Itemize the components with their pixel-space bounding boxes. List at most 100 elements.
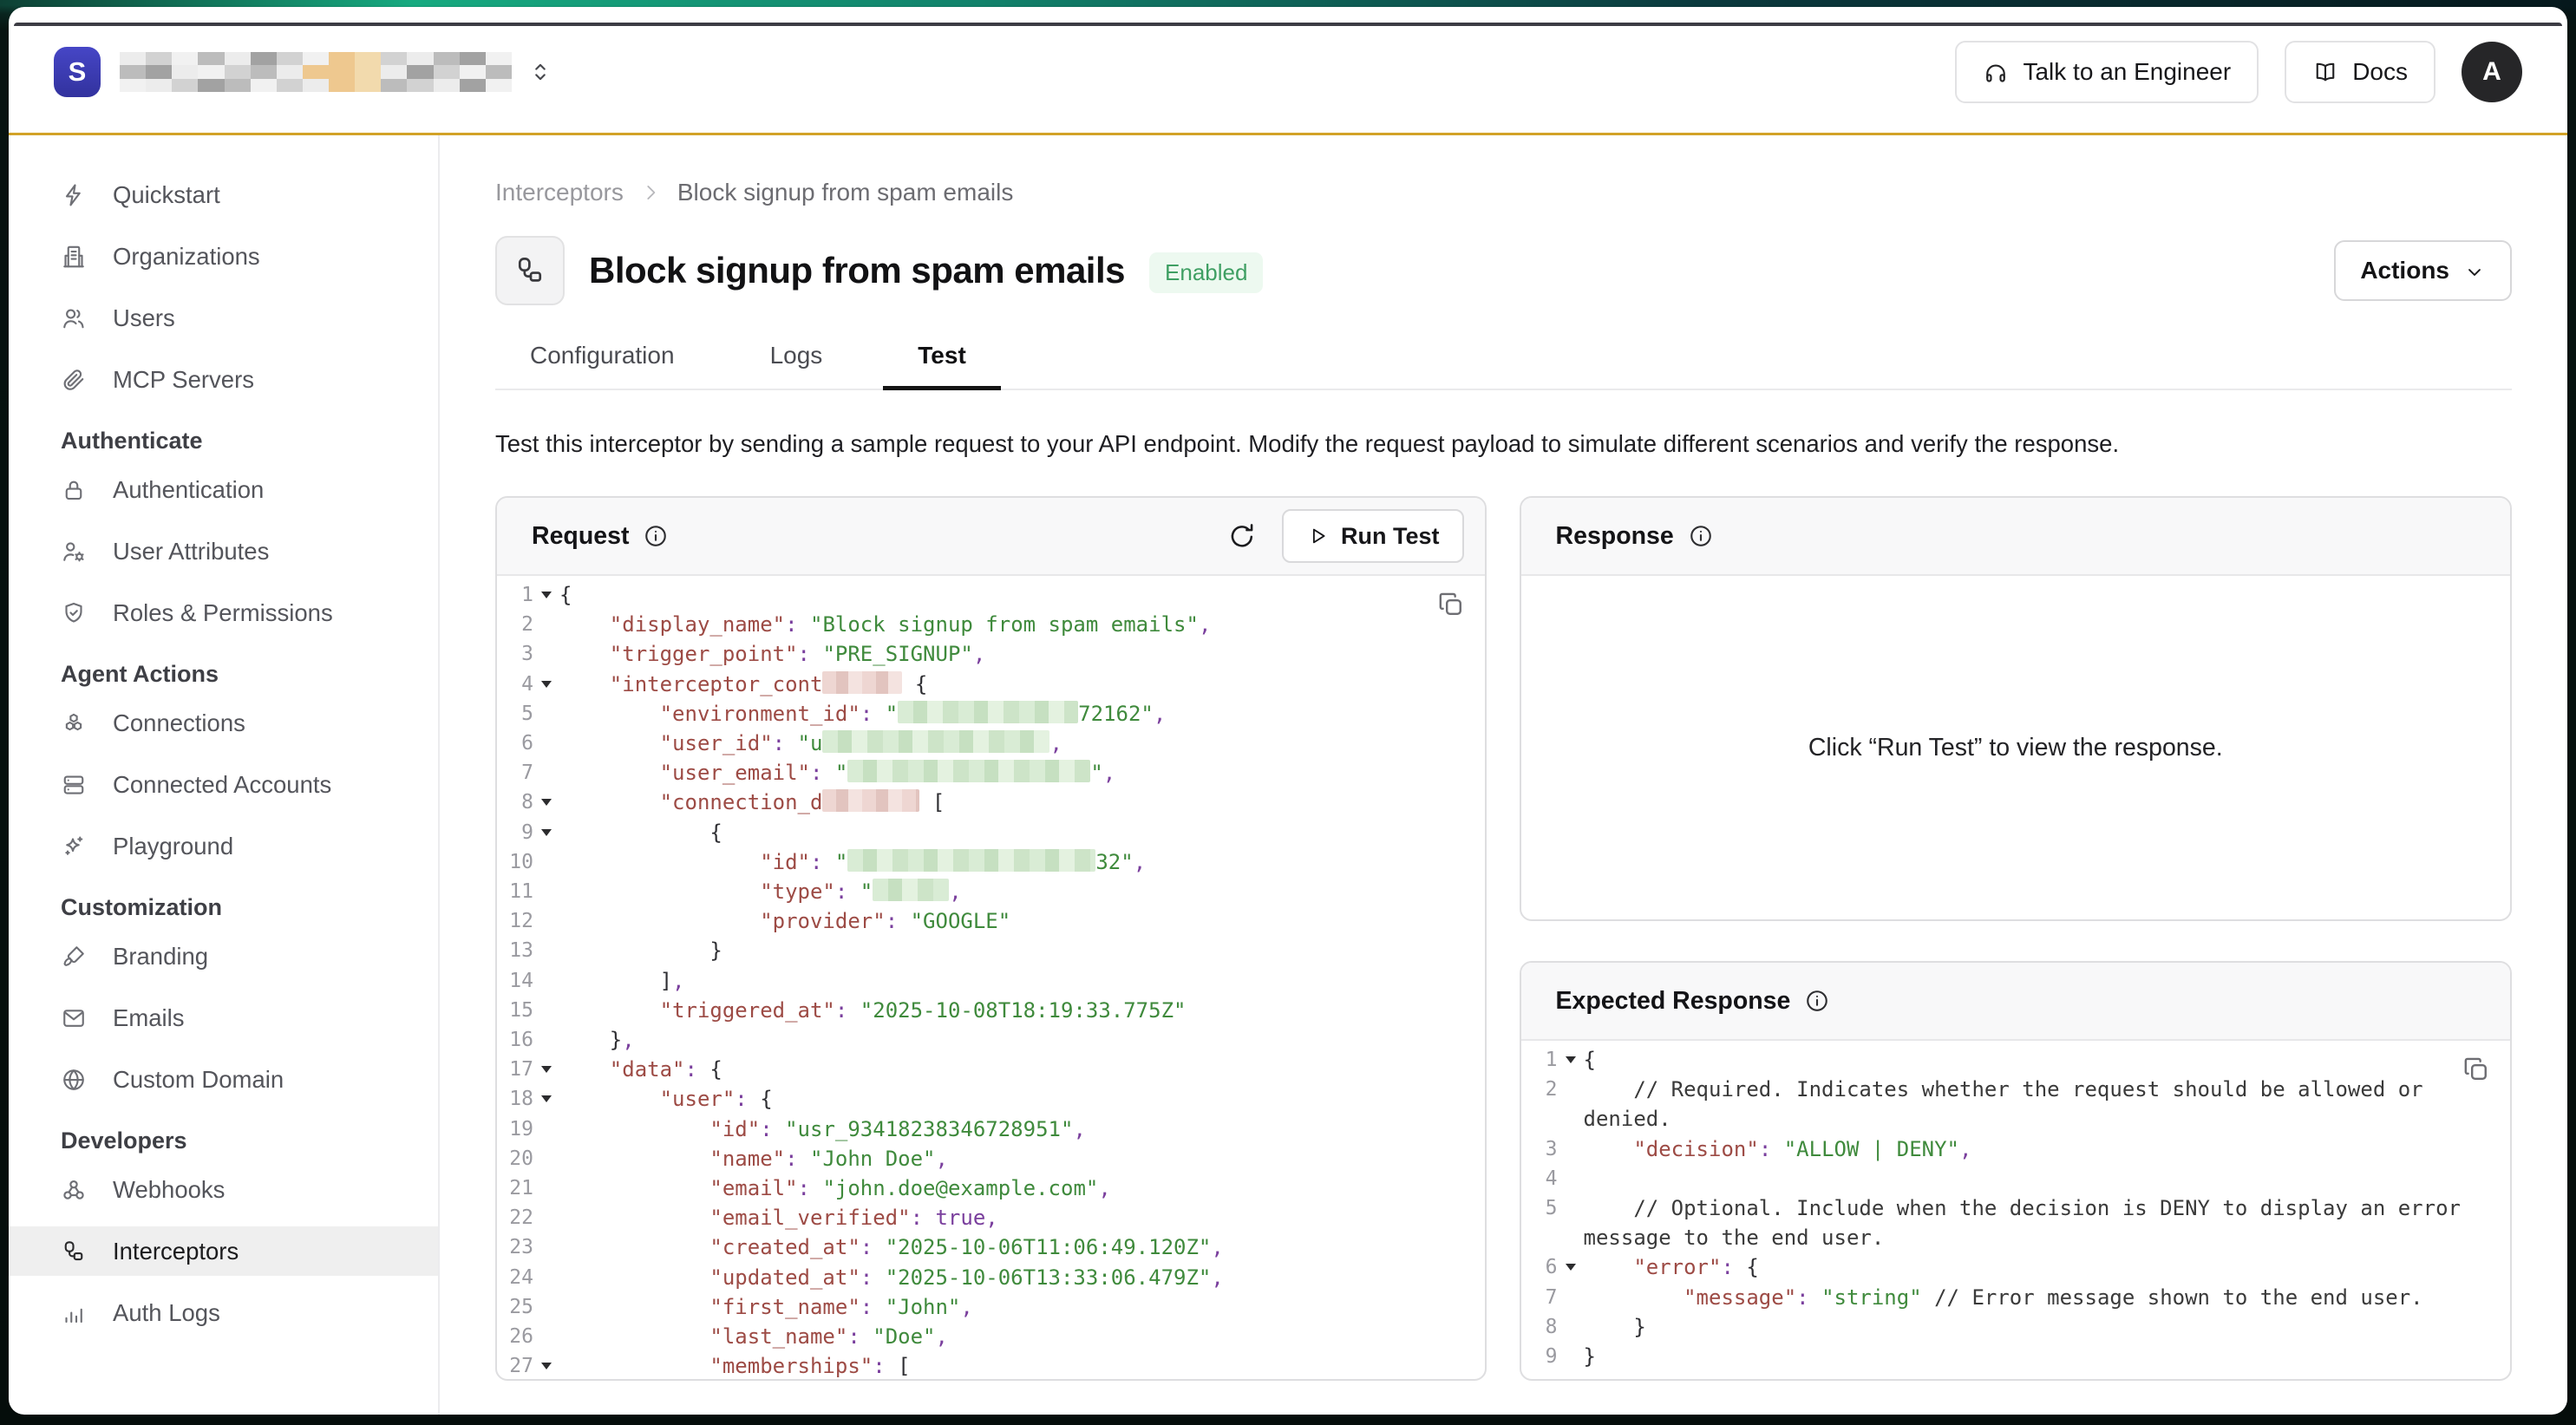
sidebar-item-branding[interactable]: Branding — [9, 931, 438, 981]
tab-configuration[interactable]: Configuration — [495, 342, 709, 389]
run-test-button[interactable]: Run Test — [1282, 509, 1464, 563]
app-header: S Talk to an Engineer Docs A — [9, 7, 2567, 135]
code-line-27[interactable]: 27 "memberships": [ — [497, 1351, 1485, 1379]
sidebar-item-mcp-servers[interactable]: MCP Servers — [9, 355, 438, 404]
sidebar-item-custom-domain[interactable]: Custom Domain — [9, 1055, 438, 1104]
sidebar-item-interceptors[interactable]: Interceptors — [9, 1226, 438, 1276]
sidebar-item-roles-permissions[interactable]: Roles & Permissions — [9, 588, 438, 637]
sidebar-item-label: Quickstart — [113, 181, 220, 209]
bar-chart-icon — [61, 1300, 87, 1326]
expected-response-code[interactable]: 1{2 // Required. Indicates whether the r… — [1521, 1041, 2510, 1379]
sidebar-item-users[interactable]: Users — [9, 293, 438, 343]
expected-response-panel-title: Expected Response — [1556, 987, 1791, 1016]
code-line-20[interactable]: 20 "name": "John Doe", — [497, 1144, 1485, 1173]
code-line-5[interactable]: 5 // Optional. Include when the decision… — [1521, 1193, 2510, 1252]
org-switcher[interactable]: S — [54, 47, 553, 97]
sidebar-item-emails[interactable]: Emails — [9, 993, 438, 1043]
fold-spacer — [1558, 1193, 1584, 1252]
fold-arrow-icon[interactable] — [533, 1351, 559, 1379]
sidebar-item-user-attributes[interactable]: User Attributes — [9, 526, 438, 576]
actions-button[interactable]: Actions — [2334, 240, 2512, 301]
talk-to-engineer-button[interactable]: Talk to an Engineer — [1955, 41, 2259, 103]
code-line-9[interactable]: 9} — [1521, 1342, 2510, 1371]
fold-arrow-icon[interactable] — [533, 818, 559, 847]
fold-spacer — [533, 996, 559, 1025]
tab-test[interactable]: Test — [883, 342, 1001, 389]
code-line-3[interactable]: 3 "decision": "ALLOW | DENY", — [1521, 1134, 2510, 1164]
workspace-logo[interactable]: S — [54, 47, 101, 97]
code-line-2[interactable]: 2 "display_name": "Block signup from spa… — [497, 610, 1485, 639]
fold-arrow-icon[interactable] — [533, 580, 559, 610]
code-line-8[interactable]: 8 "connection_d [ — [497, 788, 1485, 817]
code-line-15[interactable]: 15 "triggered_at": "2025-10-08T18:19:33.… — [497, 996, 1485, 1025]
fold-arrow-icon[interactable] — [533, 670, 559, 699]
code-line-22[interactable]: 22 "email_verified": true, — [497, 1203, 1485, 1232]
fold-arrow-icon[interactable] — [533, 788, 559, 817]
line-number: 6 — [497, 729, 533, 758]
code-line-7[interactable]: 7 "message": "string" // Error message s… — [1521, 1283, 2510, 1312]
code-line-18[interactable]: 18 "user": { — [497, 1084, 1485, 1114]
code-line-11[interactable]: 11 "type": ", — [497, 877, 1485, 906]
code-text: "user_id": "u, — [559, 729, 1485, 758]
fold-spacer — [533, 1173, 559, 1203]
user-avatar[interactable]: A — [2462, 42, 2522, 102]
fold-arrow-icon[interactable] — [1558, 1045, 1584, 1075]
code-line-6[interactable]: 6 "error": { — [1521, 1252, 2510, 1282]
docs-button[interactable]: Docs — [2285, 41, 2435, 103]
sidebar-item-connected-accounts[interactable]: Connected Accounts — [9, 760, 438, 809]
request-code-editor[interactable]: 1{2 "display_name": "Block signup from s… — [497, 576, 1485, 1379]
shield-check-icon — [61, 600, 87, 626]
code-line-1[interactable]: 1{ — [1521, 1045, 2510, 1075]
sidebar-item-connections[interactable]: Connections — [9, 698, 438, 748]
code-text: "name": "John Doe", — [559, 1144, 1485, 1173]
breadcrumb-interceptors[interactable]: Interceptors — [495, 179, 624, 206]
globe-icon — [61, 1067, 87, 1093]
code-line-16[interactable]: 16 }, — [497, 1025, 1485, 1055]
code-line-12[interactable]: 12 "provider": "GOOGLE" — [497, 906, 1485, 936]
code-line-19[interactable]: 19 "id": "usr_93418238346728951", — [497, 1115, 1485, 1144]
copy-icon[interactable] — [2462, 1055, 2491, 1084]
fold-arrow-icon[interactable] — [533, 1055, 559, 1084]
info-icon[interactable] — [1688, 523, 1714, 549]
chevrons-up-down-icon[interactable] — [527, 59, 553, 85]
code-line-5[interactable]: 5 "environment_id": "72162", — [497, 699, 1485, 729]
code-line-4[interactable]: 4 "interceptor_cont { — [497, 670, 1485, 699]
tab-logs[interactable]: Logs — [736, 342, 858, 389]
code-line-10[interactable]: 10 "id": "32", — [497, 847, 1485, 877]
code-line-23[interactable]: 23 "created_at": "2025-10-06T11:06:49.12… — [497, 1232, 1485, 1262]
copy-icon[interactable] — [1436, 590, 1466, 619]
code-line-9[interactable]: 9 { — [497, 818, 1485, 847]
code-line-21[interactable]: 21 "email": "john.doe@example.com", — [497, 1173, 1485, 1203]
sidebar-item-auth-logs[interactable]: Auth Logs — [9, 1288, 438, 1337]
code-line-25[interactable]: 25 "first_name": "John", — [497, 1292, 1485, 1322]
interceptor-icon — [513, 254, 546, 287]
code-line-6[interactable]: 6 "user_id": "u, — [497, 729, 1485, 758]
code-line-1[interactable]: 1{ — [497, 580, 1485, 610]
code-line-2[interactable]: 2 // Required. Indicates whether the req… — [1521, 1075, 2510, 1134]
code-line-13[interactable]: 13 } — [497, 936, 1485, 965]
code-line-7[interactable]: 7 "user_email": "", — [497, 758, 1485, 788]
sidebar-item-authentication[interactable]: Authentication — [9, 465, 438, 514]
fold-arrow-icon[interactable] — [533, 1084, 559, 1114]
code-line-14[interactable]: 14 ], — [497, 966, 1485, 996]
code-line-17[interactable]: 17 "data": { — [497, 1055, 1485, 1084]
line-number: 5 — [1521, 1193, 1558, 1252]
code-line-24[interactable]: 24 "updated_at": "2025-10-06T13:33:06.47… — [497, 1263, 1485, 1292]
code-text: // Required. Indicates whether the reque… — [1584, 1075, 2510, 1134]
code-text: "memberships": [ — [559, 1351, 1485, 1379]
fold-arrow-icon[interactable] — [1558, 1252, 1584, 1282]
code-line-8[interactable]: 8 } — [1521, 1312, 2510, 1342]
code-line-3[interactable]: 3 "trigger_point": "PRE_SIGNUP", — [497, 639, 1485, 669]
info-icon[interactable] — [643, 523, 669, 549]
info-icon[interactable] — [1804, 988, 1830, 1014]
sidebar-item-organizations[interactable]: Organizations — [9, 232, 438, 281]
code-line-26[interactable]: 26 "last_name": "Doe", — [497, 1322, 1485, 1351]
sidebar-item-playground[interactable]: Playground — [9, 821, 438, 871]
sidebar-item-webhooks[interactable]: Webhooks — [9, 1165, 438, 1214]
sidebar-item-quickstart[interactable]: Quickstart — [9, 170, 438, 219]
redacted-value — [822, 730, 1049, 753]
refresh-icon[interactable] — [1226, 520, 1258, 552]
fold-spacer — [533, 906, 559, 936]
code-line-4[interactable]: 4 — [1521, 1164, 2510, 1193]
fold-spacer — [1558, 1312, 1584, 1342]
